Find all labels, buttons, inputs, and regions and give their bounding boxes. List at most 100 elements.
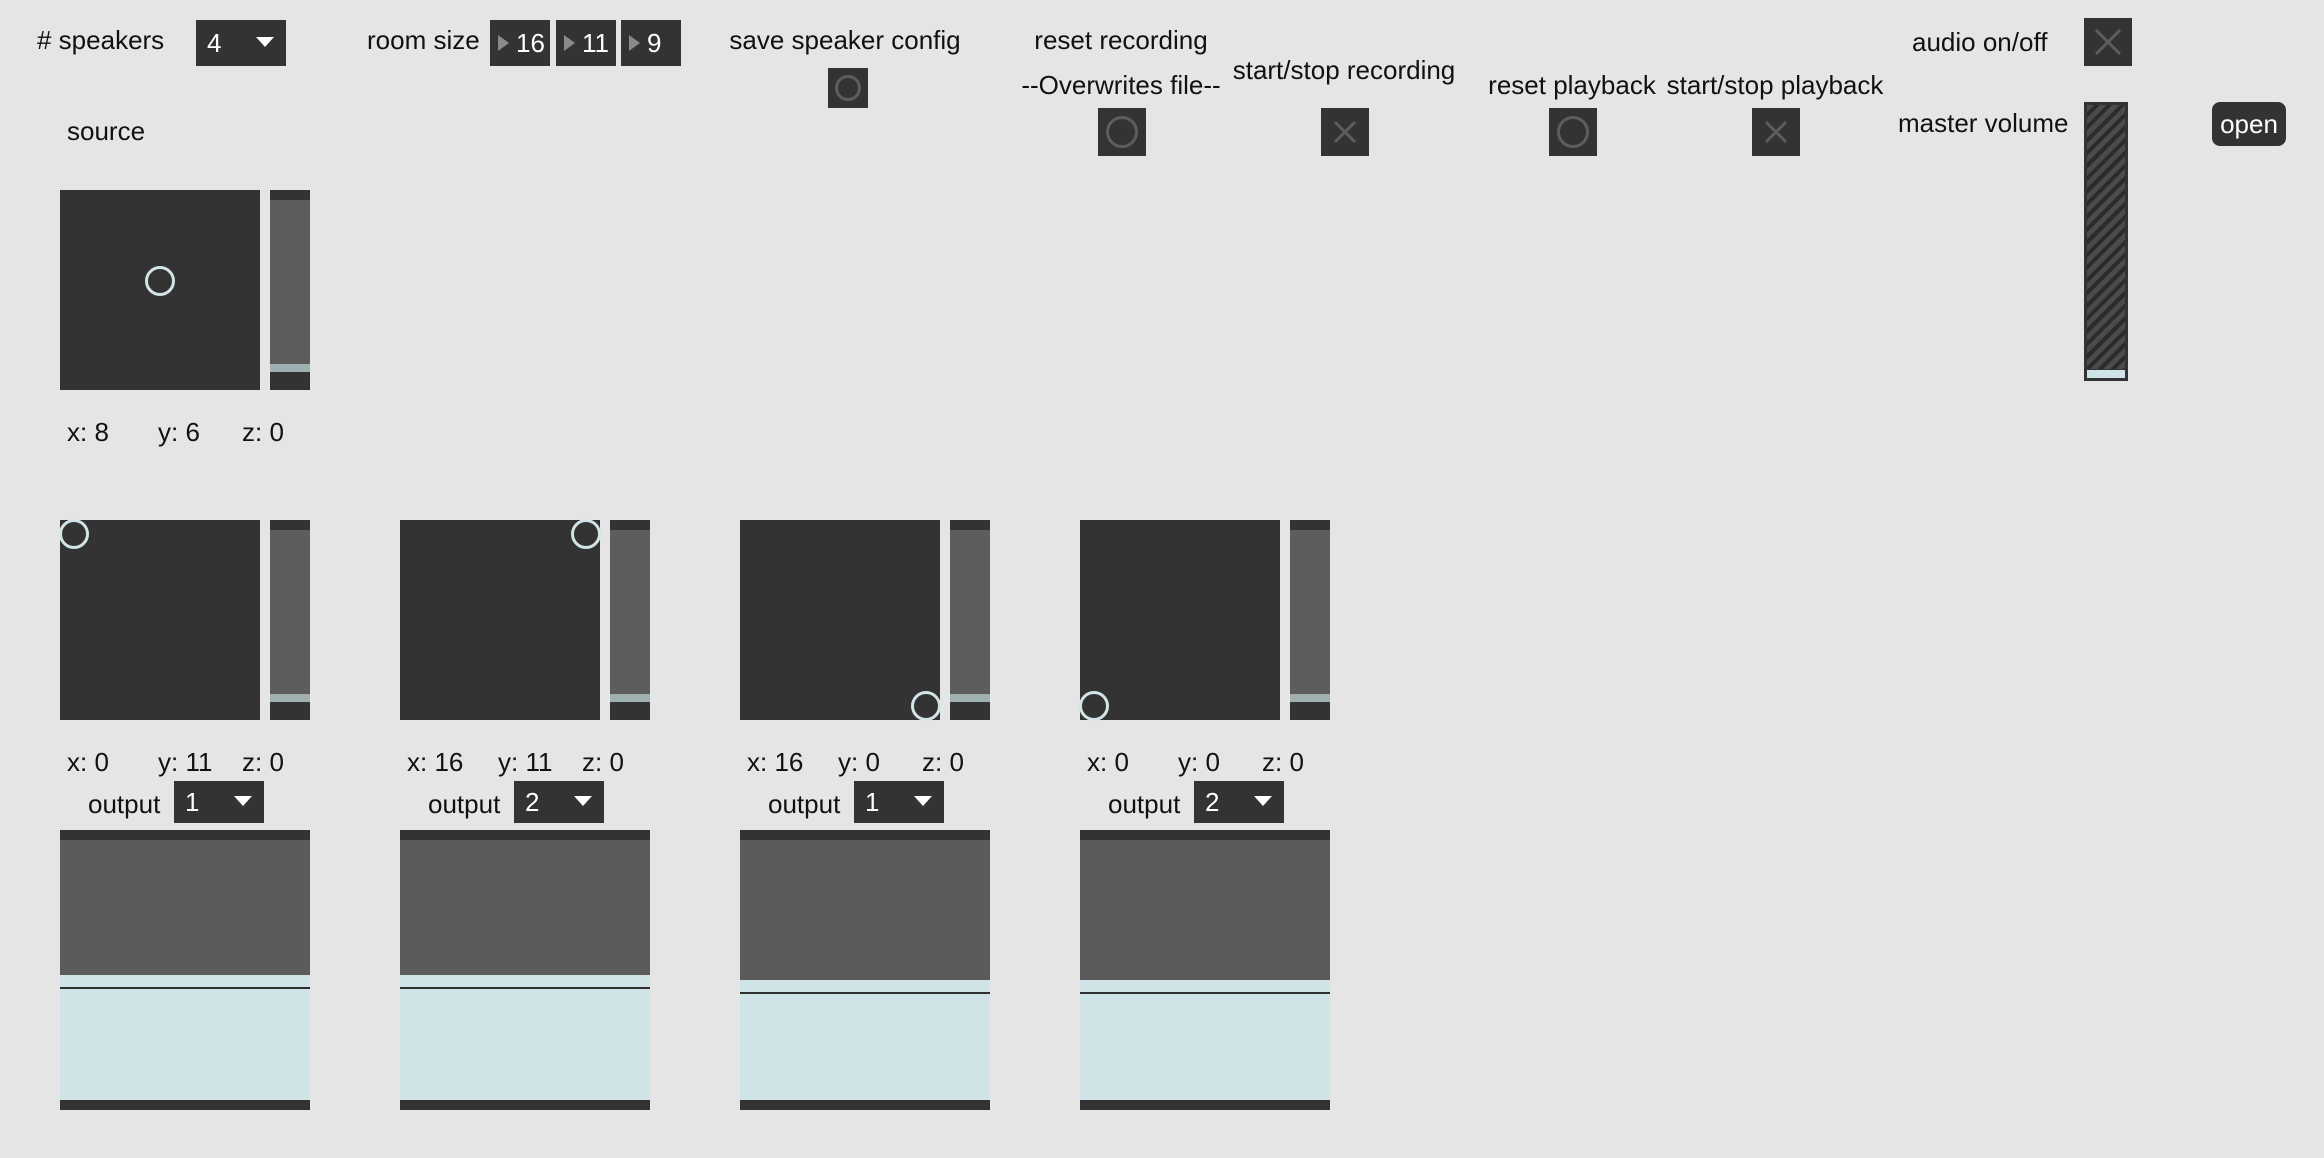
speaker-y-readout: y: 0 xyxy=(1178,747,1220,777)
speakers-count-label: # speakers xyxy=(37,25,165,55)
speaker-z-track xyxy=(270,530,310,702)
speaker-output-label: output xyxy=(1108,789,1181,819)
speaker-z-track xyxy=(1290,530,1330,702)
overwrites-file-note: --Overwrites file-- xyxy=(1021,70,1221,100)
speaker-output-dropdown[interactable]: 1 xyxy=(174,781,264,823)
room-size-x-box[interactable]: 16 xyxy=(490,20,550,66)
speaker-xy-pad[interactable] xyxy=(1079,520,1280,721)
speaker-meter-fill xyxy=(60,975,310,1100)
room-size-x-value: 16 xyxy=(516,28,545,58)
chevron-down-icon xyxy=(914,796,932,806)
chevron-down-icon xyxy=(1254,796,1272,806)
open-button[interactable]: open xyxy=(2212,102,2286,146)
speaker-position-knob[interactable] xyxy=(1079,691,1109,721)
speaker-z-readout: z: 0 xyxy=(242,747,284,777)
circle-icon xyxy=(1557,116,1589,148)
speaker-x-readout: x: 0 xyxy=(67,747,109,777)
room-size-y-value: 11 xyxy=(582,28,609,58)
speaker-meter-level-line xyxy=(60,987,310,990)
speaker-meter-fill xyxy=(400,975,650,1100)
speaker-z-track xyxy=(950,530,990,702)
speaker-output-dropdown[interactable]: 2 xyxy=(1194,781,1284,823)
speaker-output-value: 2 xyxy=(1205,787,1220,817)
speaker-level-meter xyxy=(60,830,310,1110)
speaker-z-readout: z: 0 xyxy=(922,747,964,777)
speaker-x-readout: x: 16 xyxy=(407,747,464,777)
triangle-right-icon xyxy=(629,35,640,51)
chevron-down-icon xyxy=(234,796,252,806)
speaker-y-readout: y: 11 xyxy=(498,747,553,777)
circle-icon xyxy=(1106,116,1138,148)
speaker-output-value: 1 xyxy=(185,787,200,817)
start-stop-playback-label: start/stop playback xyxy=(1666,70,1884,100)
speaker-x-readout: x: 16 xyxy=(747,747,804,777)
save-speaker-config-button[interactable] xyxy=(828,68,868,108)
speaker-z-handle[interactable] xyxy=(270,694,310,702)
speaker-xy-pad[interactable] xyxy=(400,519,601,720)
master-volume-label: master volume xyxy=(1898,108,2069,138)
source-z-track xyxy=(270,200,310,372)
speaker-y-readout: y: 11 xyxy=(158,747,213,777)
speaker-z-handle[interactable] xyxy=(610,694,650,702)
speaker-position-knob[interactable] xyxy=(911,691,941,721)
speaker-z-track xyxy=(610,530,650,702)
reset-recording-button[interactable] xyxy=(1098,108,1146,156)
source-position-knob[interactable] xyxy=(145,265,175,296)
speaker-z-handle[interactable] xyxy=(1290,694,1330,702)
source-xy-pad[interactable] xyxy=(60,190,260,390)
room-size-label: room size xyxy=(367,25,480,55)
speaker-output-label: output xyxy=(428,789,501,819)
source-z-readout: z: 0 xyxy=(242,417,284,447)
speakers-count-dropdown[interactable]: 4 xyxy=(196,20,286,66)
speaker-z-slider[interactable] xyxy=(610,520,650,720)
chevron-down-icon xyxy=(574,796,592,806)
speaker-x-readout: x: 0 xyxy=(1087,747,1129,777)
circle-icon xyxy=(835,75,861,101)
close-x-icon xyxy=(1333,120,1357,144)
start-stop-recording-label: start/stop recording xyxy=(1232,55,1456,85)
reset-playback-button[interactable] xyxy=(1549,108,1597,156)
speaker-output-value: 1 xyxy=(865,787,880,817)
source-y-readout: y: 6 xyxy=(158,417,200,447)
speaker-output-value: 2 xyxy=(525,787,540,817)
room-size-y-box[interactable]: 11 xyxy=(556,20,616,66)
speaker-meter-level-line xyxy=(1080,992,1330,995)
speaker-output-label: output xyxy=(88,789,161,819)
speaker-z-slider[interactable] xyxy=(950,520,990,720)
speaker-output-dropdown[interactable]: 2 xyxy=(514,781,604,823)
audio-on-off-toggle[interactable] xyxy=(2084,18,2132,66)
master-volume-slider[interactable] xyxy=(2084,102,2128,381)
speaker-z-slider[interactable] xyxy=(270,520,310,720)
audio-on-off-label: audio on/off xyxy=(1912,27,2048,57)
triangle-right-icon xyxy=(498,35,509,51)
triangle-right-icon xyxy=(564,35,575,51)
speaker-z-handle[interactable] xyxy=(950,694,990,702)
source-x-readout: x: 8 xyxy=(67,417,109,447)
master-volume-level xyxy=(2087,370,2125,378)
speaker-level-meter xyxy=(1080,830,1330,1110)
speaker-z-slider[interactable] xyxy=(1290,520,1330,720)
speaker-level-meter xyxy=(400,830,650,1110)
start-stop-recording-toggle[interactable] xyxy=(1321,108,1369,156)
speaker-meter-level-line xyxy=(400,987,650,990)
speaker-y-readout: y: 0 xyxy=(838,747,880,777)
speaker-meter-level-line xyxy=(740,992,990,995)
speaker-position-knob[interactable] xyxy=(571,519,601,549)
source-z-handle[interactable] xyxy=(270,364,310,372)
source-label: source xyxy=(67,116,146,146)
speaker-meter-fill xyxy=(1080,980,1330,1100)
start-stop-playback-toggle[interactable] xyxy=(1752,108,1800,156)
speaker-z-readout: z: 0 xyxy=(582,747,624,777)
speakers-count-value: 4 xyxy=(207,28,222,58)
speaker-xy-pad[interactable] xyxy=(59,519,260,720)
room-size-z-value: 9 xyxy=(647,28,662,58)
room-size-z-box[interactable]: 9 xyxy=(621,20,681,66)
close-x-icon xyxy=(2094,28,2122,56)
speaker-position-knob[interactable] xyxy=(59,519,89,549)
reset-recording-label: reset recording xyxy=(1034,25,1208,55)
save-speaker-config-label: save speaker config xyxy=(729,25,961,55)
speaker-output-dropdown[interactable]: 1 xyxy=(854,781,944,823)
source-z-slider[interactable] xyxy=(270,190,310,390)
speaker-xy-pad[interactable] xyxy=(740,520,941,721)
reset-playback-label: reset playback xyxy=(1488,70,1656,100)
